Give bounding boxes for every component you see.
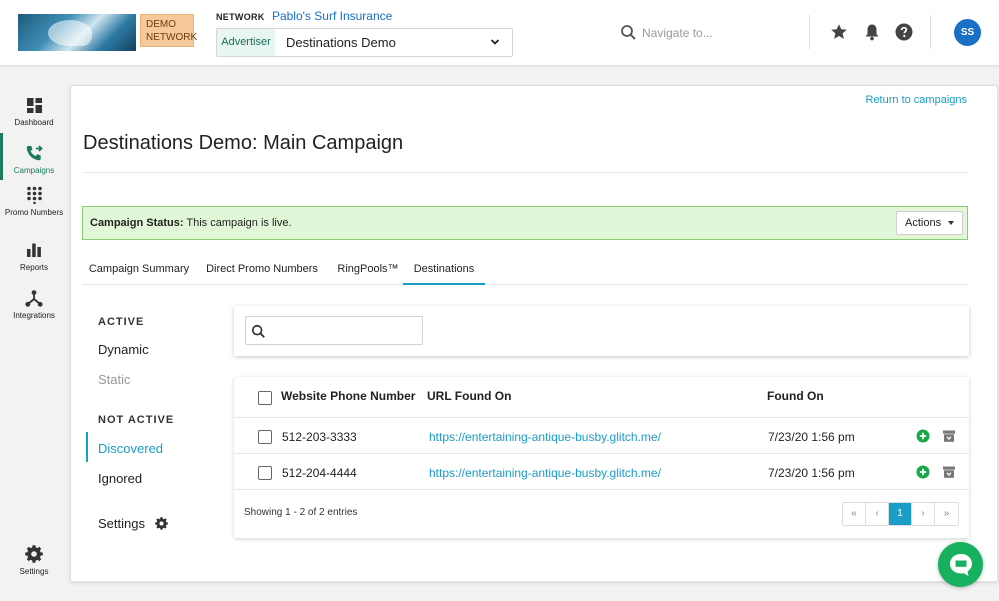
search-icon [251, 324, 265, 338]
divider [234, 417, 969, 418]
bar-chart-icon [24, 240, 44, 260]
column-header-url[interactable]: URL Found On [427, 389, 511, 403]
archive-icon[interactable] [942, 465, 956, 479]
subnav-item-ignored[interactable]: Ignored [98, 471, 142, 486]
demo-network-badge: DEMO NETWORK [140, 14, 197, 47]
row-found-on: 7/23/20 1:56 pm [768, 466, 855, 480]
campaign-status-bar: Campaign Status: This campaign is live. … [82, 206, 968, 240]
subnav-item-static[interactable]: Static [98, 372, 131, 387]
sidebar-item-integrations[interactable]: Integrations [0, 288, 68, 321]
tab-ringpools[interactable]: RingPools™ [332, 256, 404, 285]
actions-dropdown-button[interactable]: Actions [896, 211, 963, 235]
row-checkbox[interactable] [258, 466, 272, 480]
pagination: « ‹ 1 › » [842, 502, 959, 526]
pagination-first-button[interactable]: « [843, 503, 866, 525]
divider [234, 489, 969, 490]
row-phone: 512-204-4444 [282, 466, 357, 480]
network-line: NETWORK Pablo's Surf Insurance [216, 9, 392, 23]
row-phone: 512-203-3333 [282, 430, 357, 444]
advertiser-tag: Advertiser [217, 29, 275, 56]
bell-icon[interactable] [862, 22, 882, 42]
row-url-link[interactable]: https://entertaining-antique-busby.glitc… [429, 430, 661, 444]
advertiser-select[interactable]: Advertiser Destinations Demo [216, 28, 513, 57]
navigate-search[interactable] [620, 22, 792, 44]
row-url-link[interactable]: https://entertaining-antique-busby.glitc… [429, 466, 661, 480]
destinations-search-card [234, 306, 969, 356]
destinations-search-input[interactable] [272, 318, 418, 343]
sidebar-item-promo-numbers[interactable]: Promo Numbers [0, 185, 68, 218]
navigate-input[interactable] [642, 22, 792, 44]
pagination-last-button[interactable]: » [935, 503, 958, 525]
phone-forward-icon [24, 143, 44, 163]
subnav-item-discovered[interactable]: Discovered [98, 441, 163, 456]
keypad-icon [24, 185, 44, 205]
subnav-heading-not-active: NOT ACTIVE [98, 414, 175, 426]
dashboard-icon [24, 95, 44, 115]
divider [234, 453, 969, 454]
divider [930, 15, 931, 49]
destinations-search-box[interactable] [245, 316, 423, 345]
sidebar-item-label: Promo Numbers [4, 208, 64, 217]
subnav-item-settings[interactable]: Settings [98, 516, 168, 531]
gear-icon [24, 544, 44, 564]
caret-down-icon [948, 221, 954, 225]
page-title: Destinations Demo: Main Campaign [83, 132, 404, 154]
chat-launcher-button[interactable] [938, 542, 983, 587]
campaign-tabs: Campaign Summary Direct Promo Numbers Ri… [82, 256, 968, 285]
sidebar-item-campaigns[interactable]: Campaigns [0, 143, 68, 176]
select-all-checkbox[interactable] [258, 391, 272, 405]
pagination-next-button[interactable]: › [912, 503, 935, 525]
subnav-heading-active: ACTIVE [98, 316, 145, 328]
add-circle-icon[interactable] [916, 465, 930, 479]
sidebar: Dashboard Campaigns Promo Numbers Report… [0, 67, 68, 601]
subnav-item-dynamic[interactable]: Dynamic [98, 342, 149, 357]
sidebar-item-label: Settings [19, 567, 49, 576]
column-header-found-on[interactable]: Found On [767, 389, 824, 403]
subnav-settings-label: Settings [98, 516, 145, 531]
gear-icon [154, 517, 168, 530]
pagination-prev-button[interactable]: ‹ [866, 503, 889, 525]
divider [83, 172, 968, 173]
divider [809, 15, 810, 49]
status-value: This campaign is live. [186, 217, 292, 229]
campaign-status-text: Campaign Status: This campaign is live. [90, 207, 292, 239]
showing-entries-text: Showing 1 - 2 of 2 entries [244, 507, 358, 518]
help-icon[interactable] [894, 22, 914, 42]
chat-bubble-icon [949, 553, 972, 576]
network-name-link[interactable]: Pablo's Surf Insurance [272, 9, 392, 23]
sidebar-item-label: Dashboard [14, 118, 54, 127]
search-icon [621, 25, 636, 40]
tab-campaign-summary[interactable]: Campaign Summary [82, 256, 196, 285]
favorites-star-icon[interactable] [829, 22, 849, 42]
sidebar-item-reports[interactable]: Reports [0, 240, 68, 273]
actions-label: Actions [905, 217, 942, 229]
advertiser-value: Destinations Demo [286, 35, 396, 50]
network-icon [24, 288, 44, 308]
row-checkbox[interactable] [258, 430, 272, 444]
sidebar-item-label: Integrations [13, 311, 55, 320]
add-circle-icon[interactable] [916, 429, 930, 443]
row-found-on: 7/23/20 1:56 pm [768, 430, 855, 444]
tab-direct-promo-numbers[interactable]: Direct Promo Numbers [200, 256, 324, 285]
network-tag: NETWORK [216, 12, 265, 22]
tab-destinations[interactable]: Destinations [403, 256, 485, 285]
return-to-campaigns-link[interactable]: Return to campaigns [866, 94, 968, 106]
sidebar-item-settings[interactable]: Settings [0, 544, 68, 577]
chevron-down-icon [490, 39, 500, 45]
sidebar-item-label: Campaigns [13, 166, 55, 175]
user-avatar[interactable]: SS [954, 19, 981, 46]
column-header-phone[interactable]: Website Phone Number [281, 389, 415, 403]
campaign-panel: Return to campaigns Destinations Demo: M… [70, 85, 998, 582]
status-label: Campaign Status: [90, 217, 184, 229]
discovered-numbers-table: Website Phone Number URL Found On Found … [234, 377, 969, 538]
sidebar-item-dashboard[interactable]: Dashboard [0, 95, 68, 128]
archive-icon[interactable] [942, 429, 956, 443]
top-bar: DEMO NETWORK NETWORK Pablo's Surf Insura… [0, 0, 999, 66]
network-logo[interactable] [18, 14, 136, 51]
subnav-active-indicator [86, 432, 88, 462]
sidebar-item-label: Reports [19, 263, 48, 272]
pagination-page-1[interactable]: 1 [889, 503, 912, 525]
